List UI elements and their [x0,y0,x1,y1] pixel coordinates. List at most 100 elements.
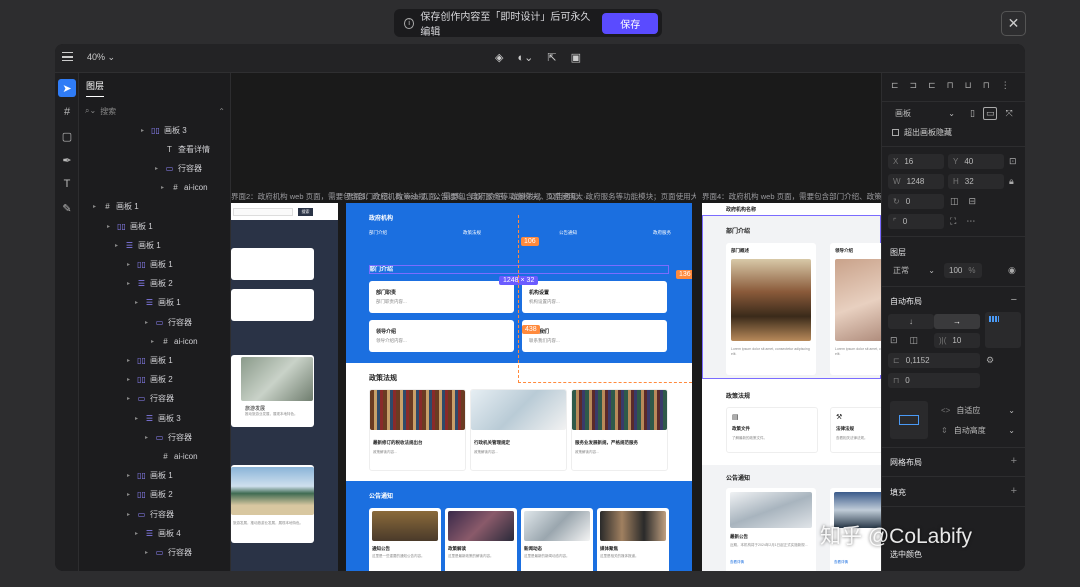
save-button[interactable]: 保存 [602,12,658,34]
chevron-icon[interactable]: ▸ [93,203,99,210]
text-tool-icon[interactable]: T [58,175,76,193]
layer-item[interactable]: ▸ ▭ 行容器 [127,506,174,522]
layer-item[interactable]: ▸ ▯▯ 画板 3 [141,122,187,138]
direction-vertical[interactable]: ↓ [888,314,934,329]
more-icon[interactable]: ⋯ [966,216,975,227]
select-tool-icon[interactable]: ➤ [58,79,76,97]
direction-horizontal[interactable]: → [934,314,980,329]
chevron-icon[interactable]: ▸ [161,184,167,191]
align-center-icon[interactable]: ⊐ [910,80,918,91]
pencil-tool-icon[interactable]: ✎ [58,199,76,217]
constraint-widget[interactable] [890,401,928,439]
chevron-icon[interactable]: ▸ [127,472,133,479]
align-left-icon[interactable]: ⊏ [891,80,899,91]
layer-item[interactable]: ▸ ▭ 行容器 [127,391,174,407]
layer-item[interactable]: ▸ ▯▯ 画板 1 [107,218,153,234]
tab-layers[interactable]: 图层 [86,79,105,97]
layer-item[interactable]: ▸ ▯▯ 画板 1 [127,256,173,272]
collapse-icon[interactable]: ⌃ [218,107,225,116]
align-right-icon[interactable]: ⊏ [928,80,936,91]
padding-h-field[interactable]: ⊏ 0,1152 [888,353,980,368]
frame-icon[interactable]: ▣ [571,51,581,64]
chevron-icon[interactable]: ▸ [127,280,133,287]
clip-checkbox[interactable] [892,129,899,136]
width-field[interactable]: W 1248 [888,174,944,189]
artboard-4[interactable]: 政府机构名称 部门介绍 部门概述 Lorem ipsum dolor sit a… [702,203,881,571]
chevron-icon[interactable]: ▸ [115,242,121,249]
export-icon[interactable]: ⇱ [547,51,556,64]
layer-item[interactable]: ▸ ▭ 行容器 [145,544,192,560]
layer-item[interactable]: ▸ ▭ 行容器 [145,314,192,330]
chevron-icon[interactable]: ▸ [127,261,133,268]
chevron-icon[interactable]: ▸ [145,549,151,556]
chevron-icon[interactable]: ▸ [127,357,133,364]
radius-field[interactable]: ⌜ 0 [888,214,944,229]
align-middle-icon[interactable]: ⊔ [965,80,972,91]
height-field[interactable]: H 32 [948,174,1004,189]
y-field[interactable]: Y 40 [948,154,1004,169]
hug-contents-icon[interactable]: ◫ [910,335,919,346]
layer-item[interactable]: ▸ # ai-icon [161,180,208,196]
layer-item[interactable]: ▸ # ai-icon [151,333,198,349]
close-button[interactable]: ✕ [1001,11,1026,36]
clip-content-row[interactable]: 超出画板隐藏 [892,127,952,138]
distribute-icon[interactable]: ⋮ [1001,80,1010,91]
pen-tool-icon[interactable]: ✒ [58,151,76,169]
chevron-icon[interactable]: ▸ [127,376,133,383]
layer-item[interactable]: # ai-icon [151,448,197,464]
gap-field[interactable]: )|(10 [934,333,980,348]
rectangle-tool-icon[interactable]: ▢ [58,127,76,145]
theme-toggle-icon[interactable]: ◐⌄ [517,51,533,64]
opacity-field[interactable]: 100% [944,263,982,278]
rotation-field[interactable]: ↻ 0 [888,194,944,209]
artboard-2[interactable]: 搜索 旅游发展 推动旅游业发展，展现本地特色。 旅游发展，推动旅游业发展，展现本… [231,203,338,571]
lock-ratio-icon[interactable]: 🔒︎ [1009,176,1014,187]
align-top-icon[interactable]: ⊓ [947,80,954,91]
add-fill-icon[interactable]: + [1011,485,1017,497]
height-mode-select[interactable]: ⇕ 自动高度 ⌄ [936,423,1020,438]
layer-item[interactable]: ▸ ☰ 画板 1 [135,295,181,311]
resize-icon[interactable]: ⤧ [1005,108,1012,119]
layer-item[interactable]: ▸ ☰ 画板 3 [135,410,181,426]
layer-item[interactable]: ▸ ▯▯ 画板 2 [127,372,173,388]
alignment-grid[interactable] [985,312,1021,348]
align-bottom-icon[interactable]: ⊓ [983,80,990,91]
chevron-icon[interactable]: ▸ [155,165,161,172]
chevron-icon[interactable]: ▸ [135,415,141,422]
layer-item[interactable]: ▸ ▯▯ 画板 1 [127,352,173,368]
add-grid-icon[interactable]: + [1011,455,1017,467]
layer-item[interactable]: ▸ ▭ 行容器 [155,160,202,176]
flip-horizontal-icon[interactable]: ◫ [950,196,959,207]
design-canvas[interactable]: 界面2：政府机构 web 页面，需要包含部门介绍、政策法规、公告通知、政府服务等… [231,73,881,571]
layer-item[interactable]: ▸ ☰ 画板 4 [135,525,181,541]
chevron-icon[interactable]: ▸ [145,319,151,326]
chevron-icon[interactable]: ▸ [127,491,133,498]
component-icon[interactable]: ◈ [495,51,503,64]
remove-autolayout-icon[interactable]: − [1011,294,1017,306]
blend-mode-select[interactable]: 正常 ⌄ [888,263,940,278]
layer-item[interactable]: ▸ ▯▯ 画板 2 [127,487,173,503]
chevron-icon[interactable]: ▸ [151,338,157,345]
layer-item[interactable]: ▸ ☰ 画板 2 [127,276,173,292]
x-field[interactable]: X 16 [888,154,944,169]
constraints-icon[interactable]: ⊡ [1009,156,1017,167]
frame-tool-icon[interactable]: # [58,103,76,121]
independent-corners-icon[interactable]: ⛶ [950,216,956,227]
fill-container-icon[interactable]: ⊡ [890,335,898,346]
chevron-icon[interactable]: ▸ [127,511,133,518]
layer-item[interactable]: ▸ # 画板 1 [93,199,139,215]
width-mode-select[interactable]: <> 自适应 ⌄ [936,403,1020,418]
zoom-select[interactable]: 40% ⌄ [87,52,115,63]
chevron-icon[interactable]: ▸ [145,434,151,441]
portrait-icon[interactable]: ▯ [970,108,975,119]
chevron-icon[interactable]: ▸ [135,299,141,306]
padding-v-field[interactable]: ⊓ 0 [888,373,980,388]
flip-vertical-icon[interactable]: ⊟ [969,196,977,207]
artboard-3[interactable]: 政府机构 部门介绍 政策法规 公告通知 政府服务 部门介绍 部门职责 部门职责内… [346,203,692,571]
chevron-icon[interactable]: ▸ [107,223,113,230]
layer-item[interactable]: ▸ ▭ 行容器 [145,429,192,445]
layer-item[interactable]: ▸ ▯▯ 画板 1 [127,468,173,484]
eye-icon[interactable]: ◉ [1008,265,1016,276]
layer-item[interactable]: ▸ ☰ 画板 1 [115,237,161,253]
landscape-icon[interactable]: ▭ [982,107,998,120]
